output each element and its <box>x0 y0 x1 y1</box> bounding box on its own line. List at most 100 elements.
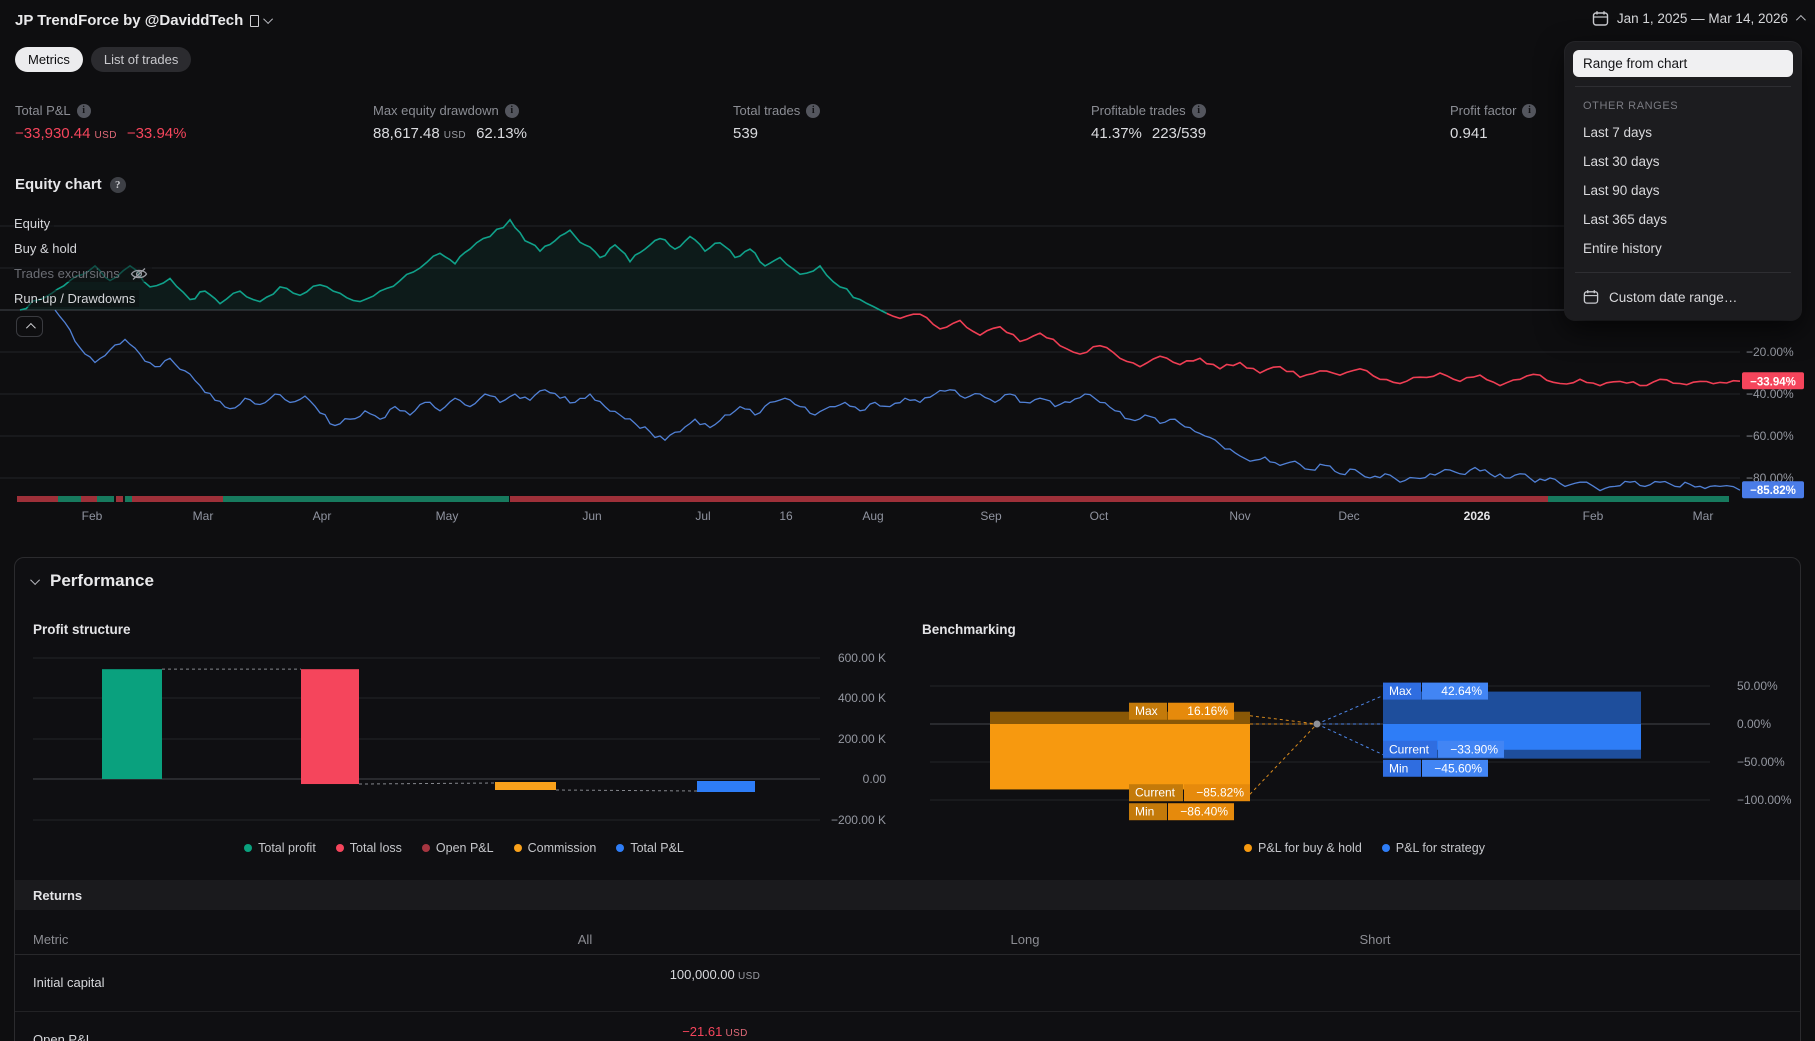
profit-structure-legend: Total profit Total loss Open P&L Commission… <box>14 841 914 855</box>
range-option-last-7-days[interactable]: Last 7 days <box>1573 118 1793 147</box>
svg-text:Jul: Jul <box>695 509 710 523</box>
svg-text:16: 16 <box>779 509 793 523</box>
legend-dot <box>616 844 624 852</box>
benchmarking-title: Benchmarking <box>922 622 1016 637</box>
metrics-row: Total P&Li −33,930.44USD−33.94% Max equity… <box>0 103 1815 153</box>
legend-dot <box>422 844 430 852</box>
returns-table-header: MetricAllLongShort <box>15 925 1800 955</box>
svg-text:Mar: Mar <box>193 509 214 523</box>
performance-section-header[interactable]: Performance <box>33 571 154 591</box>
legend-item-run-up-drawdowns[interactable]: Run-up / Drawdowns <box>14 290 139 307</box>
legend-dot <box>336 844 344 852</box>
chevron-down-icon <box>263 14 273 24</box>
range-from-chart-option[interactable]: Range from chart <box>1573 50 1793 77</box>
svg-text:−20.00%: −20.00% <box>1746 345 1794 359</box>
svg-text:Feb: Feb <box>82 509 103 523</box>
legend-item-p-l-for-strategy[interactable]: P&L for strategy <box>1382 841 1485 855</box>
equity-chart-heading: Equity chart ? <box>15 176 126 193</box>
legend-item-trades-excursions[interactable]: Trades excursions <box>14 265 152 282</box>
svg-text:Current: Current <box>1135 786 1176 800</box>
svg-text:−200.00 K: −200.00 K <box>831 813 886 827</box>
info-icon[interactable]: i <box>505 104 519 118</box>
legend-item-commission[interactable]: Commission <box>514 841 597 855</box>
svg-text:200.00 K: 200.00 K <box>838 732 886 746</box>
equity-chart-title: Equity chart <box>15 176 102 193</box>
svg-text:50.00%: 50.00% <box>1737 679 1778 693</box>
info-icon[interactable]: i <box>77 104 91 118</box>
legend-item-equity[interactable]: Equity <box>14 215 54 232</box>
metric-value: 41.37%223/539 <box>1091 125 1206 142</box>
range-option-last-90-days[interactable]: Last 90 days <box>1573 176 1793 205</box>
help-icon[interactable]: ? <box>110 177 126 193</box>
svg-text:−50.00%: −50.00% <box>1737 755 1785 769</box>
custom-date-range-label: Custom date range… <box>1609 290 1737 305</box>
legend-item-total-p-l[interactable]: Total P&L <box>616 841 684 855</box>
row-value-all: −21.61 USD <box>555 1024 875 1039</box>
svg-text:Oct: Oct <box>1090 509 1109 523</box>
equity-chart: −20.00%−40.00%−60.00%−80.00%−33.94%−85.8… <box>0 210 1815 528</box>
metric-label: Profit factori <box>1450 103 1536 118</box>
metric-value: −33,930.44USD−33.94% <box>15 125 186 142</box>
info-icon[interactable]: i <box>1522 104 1536 118</box>
divider <box>1575 272 1791 273</box>
svg-text:Mar: Mar <box>1693 509 1714 523</box>
report-tabs: Metrics List of trades <box>15 47 191 72</box>
svg-text:−33.90%: −33.90% <box>1450 742 1498 756</box>
column-header-all: All <box>495 932 675 947</box>
svg-text:16.16%: 16.16% <box>1187 704 1228 718</box>
range-option-last-365-days[interactable]: Last 365 days <box>1573 205 1793 234</box>
svg-text:Current: Current <box>1389 742 1430 756</box>
tab-list-of-trades[interactable]: List of trades <box>91 47 191 72</box>
equity-chart-legend: Equity Buy & hold Trades excursions Run-up … <box>14 215 152 307</box>
chevron-up-icon <box>1796 15 1806 25</box>
legend-dot <box>1382 844 1390 852</box>
strategy-title-row[interactable]: JP TrendForce by @DaviddTech <box>15 12 273 29</box>
svg-text:Sep: Sep <box>980 509 1002 523</box>
legend-item-buy-hold[interactable]: Buy & hold <box>14 240 81 257</box>
legend-item-total-loss[interactable]: Total loss <box>336 841 402 855</box>
legend-item-p-l-for-buy-hold[interactable]: P&L for buy & hold <box>1244 841 1362 855</box>
range-option-entire-history[interactable]: Entire history <box>1573 234 1793 263</box>
metric-profitable-trades: Profitable tradesi 41.37%223/539 <box>1091 103 1206 142</box>
metric-value: 0.941 <box>1450 125 1536 142</box>
chevron-up-icon <box>26 323 36 333</box>
metric-label: Profitable tradesi <box>1091 103 1206 118</box>
svg-text:−60.00%: −60.00% <box>1746 429 1794 443</box>
info-icon[interactable]: i <box>1192 104 1206 118</box>
legend-item-open-p-l[interactable]: Open P&L <box>422 841 494 855</box>
svg-text:−86.40%: −86.40% <box>1180 805 1228 819</box>
custom-date-range-option[interactable]: Custom date range… <box>1573 282 1793 312</box>
info-icon[interactable]: i <box>806 104 820 118</box>
svg-text:Jun: Jun <box>582 509 601 523</box>
metric-total-trades: Total tradesi539 <box>733 103 820 142</box>
collapse-pane-button[interactable] <box>16 316 43 337</box>
row-label: Open P&L <box>33 1032 93 1041</box>
column-header-long: Long <box>935 932 1115 947</box>
legend-item-total-profit[interactable]: Total profit <box>244 841 316 855</box>
svg-text:0.00: 0.00 <box>863 772 887 786</box>
returns-title: Returns <box>33 888 82 903</box>
table-row: Open P&L −21.61 USD <box>15 1012 1800 1041</box>
svg-text:Feb: Feb <box>1583 509 1604 523</box>
svg-text:Nov: Nov <box>1229 509 1250 523</box>
tab-metrics[interactable]: Metrics <box>15 47 83 72</box>
row-value-all: 100,000.00 USD <box>555 967 875 982</box>
svg-text:−85.82%: −85.82% <box>1750 485 1796 497</box>
svg-text:2026: 2026 <box>1464 509 1491 523</box>
lock-icon <box>250 15 259 27</box>
legend-dot <box>1244 844 1252 852</box>
svg-text:0.00%: 0.00% <box>1737 717 1771 731</box>
date-range-text: Jan 1, 2025 — Mar 14, 2026 <box>1617 11 1788 26</box>
range-option-last-30-days[interactable]: Last 30 days <box>1573 147 1793 176</box>
metric-total-p-l: Total P&Li −33,930.44USD−33.94% <box>15 103 186 142</box>
strategy-title: JP TrendForce by @DaviddTech <box>15 12 243 29</box>
range-options: Last 7 daysLast 30 daysLast 90 daysLast … <box>1573 118 1793 263</box>
svg-text:−100.00%: −100.00% <box>1737 793 1792 807</box>
date-range-selector[interactable]: Jan 1, 2025 — Mar 14, 2026 <box>1592 10 1803 27</box>
strategy-tester-panel: JP TrendForce by @DaviddTech Jan 1, 2025… <box>0 0 1815 1041</box>
metric-label: Total P&Li <box>15 103 186 118</box>
svg-text:Apr: Apr <box>313 509 332 523</box>
eye-off-icon[interactable] <box>130 267 148 281</box>
metric-label: Total tradesi <box>733 103 820 118</box>
metric-max-equity-drawdown: Max equity drawdowni88,617.48USD62.13% <box>373 103 527 142</box>
